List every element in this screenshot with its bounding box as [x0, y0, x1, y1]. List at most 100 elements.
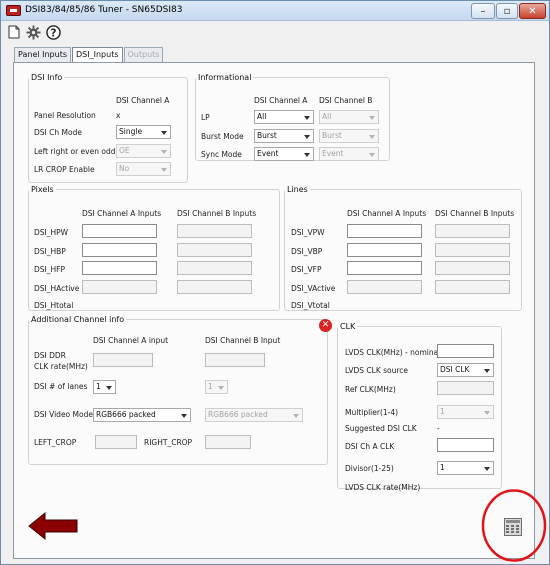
burst-b-select[interactable]: Burst [319, 129, 379, 143]
dsi-vbp-a-input[interactable] [347, 243, 422, 257]
document-icon[interactable] [6, 24, 22, 40]
dsi-hpw-b-input[interactable] [177, 224, 252, 238]
additional-channel-group: Additional Channel info DSI Channel A in… [28, 315, 328, 465]
right-crop-input[interactable] [205, 435, 251, 449]
chevron-down-icon [161, 168, 167, 172]
lines-legend: Lines [287, 185, 308, 194]
dsi-inputs-panel: DSI Info DSI Channel A Panel Resolution … [13, 62, 535, 559]
dsi-info-group: DSI Info DSI Channel A Panel Resolution … [28, 73, 188, 183]
title-bar[interactable]: DSI83/84/85/86 Tuner - SN65DSI83 – ▫ ✕ [1, 1, 549, 21]
error-badge-icon[interactable]: ✕ [319, 319, 332, 332]
ref-clk-label: Ref CLK(MHz) [345, 385, 396, 394]
divisor-label: Divisor(1-25) [345, 464, 394, 473]
back-arrow-icon[interactable] [27, 510, 79, 542]
video-mode-b-select[interactable]: RGB666 packed [205, 408, 303, 422]
lanes-label: DSI # of lanes [34, 382, 88, 391]
ddr-clk-b-input[interactable] [205, 353, 265, 367]
lines-row-label: DSI_VFP [291, 265, 322, 274]
additional-col-b: DSI Channel B Input [205, 336, 281, 345]
dsi-hbp-b-input[interactable] [177, 243, 252, 257]
lanes-b-select[interactable]: 1 [205, 380, 228, 394]
chevron-down-icon [484, 369, 490, 373]
lines-col-b: DSI Channel B Inputs [435, 209, 515, 218]
lanes-b-value: 1 [208, 382, 213, 391]
dsi-vactive-b-input[interactable] [435, 280, 510, 294]
pixels-row-label: DSI_HBP [34, 247, 66, 256]
chevron-down-icon [369, 135, 375, 139]
lines-row-label: DSI_VPW [291, 228, 325, 237]
sync-mode-label: Sync Mode [201, 150, 242, 159]
lr-crop-label: LR CROP Enable [34, 165, 95, 174]
help-icon[interactable]: ? [45, 24, 61, 40]
video-mode-b-value: RGB666 packed [208, 410, 268, 419]
suggested-dsi-clk-value: - [437, 424, 440, 433]
informational-col-a: DSI Channel A [254, 96, 308, 105]
chevron-down-icon [304, 116, 310, 120]
divisor-value: 1 [440, 463, 445, 472]
lr-even-odd-select[interactable]: OE [116, 144, 171, 158]
sync-b-select[interactable]: Event [319, 147, 379, 161]
tab-outputs[interactable]: Outputs [123, 47, 164, 62]
lp-label: LP [201, 113, 210, 122]
burst-mode-label: Burst Mode [201, 132, 244, 141]
chevron-down-icon [304, 135, 310, 139]
chevron-down-icon [161, 131, 167, 135]
tab-panel-inputs[interactable]: Panel Inputs [14, 47, 72, 62]
dsi-info-col-a: DSI Channel A [116, 96, 170, 105]
gear-icon[interactable] [25, 24, 41, 40]
lr-crop-value: No [119, 164, 130, 173]
dsi-ch-a-clk-input[interactable] [437, 438, 494, 452]
ddr-clk-a-input[interactable] [93, 353, 153, 367]
lvds-clk-nominal-label: LVDS CLK(MHz) - nominal [345, 348, 441, 357]
dsi-hfp-a-input[interactable] [82, 261, 157, 275]
left-crop-input[interactable] [95, 435, 137, 449]
dsi-hpw-a-input[interactable] [82, 224, 157, 238]
dsi-vfp-b-input[interactable] [435, 261, 510, 275]
lp-b-select[interactable]: All [319, 110, 379, 124]
dsi-vfp-a-input[interactable] [347, 261, 422, 275]
ch-mode-select[interactable]: Single [116, 125, 171, 139]
chevron-down-icon [181, 414, 187, 418]
sync-a-select[interactable]: Event [254, 147, 314, 161]
dsi-hactive-b-input[interactable] [177, 280, 252, 294]
video-mode-a-value: RGB666 packed [96, 410, 156, 419]
chevron-down-icon [106, 386, 112, 390]
pixels-col-b: DSI Channel B Inputs [177, 209, 257, 218]
chevron-down-icon [161, 150, 167, 154]
dsi-vpw-a-input[interactable] [347, 224, 422, 238]
close-button[interactable]: ✕ [519, 3, 546, 19]
dsi-vpw-b-input[interactable] [435, 224, 510, 238]
burst-a-select[interactable]: Burst [254, 129, 314, 143]
pixels-group: Pixels DSI Channel A Inputs DSI Channel … [28, 185, 280, 311]
burst-b-value: Burst [322, 131, 342, 140]
burst-a-value: Burst [257, 131, 277, 140]
dsi-hbp-a-input[interactable] [82, 243, 157, 257]
lvds-clk-rate-label: LVDS CLK rate(MHz) [345, 483, 421, 492]
dsi-vbp-b-input[interactable] [435, 243, 510, 257]
chevron-down-icon [218, 386, 224, 390]
video-mode-a-select[interactable]: RGB666 packed [93, 408, 191, 422]
ref-clk-input[interactable] [437, 381, 494, 395]
informational-col-b: DSI Channel B [319, 96, 373, 105]
lr-crop-select[interactable]: No [116, 162, 171, 176]
lvds-clk-nominal-input[interactable] [437, 344, 494, 358]
lvds-clk-source-select[interactable]: DSI CLK [437, 363, 494, 377]
left-crop-label: LEFT_CROP [34, 438, 77, 447]
clk-legend: CLK [340, 322, 356, 331]
pixels-row-label: DSI_HPW [34, 228, 69, 237]
minimize-button[interactable]: – [471, 3, 495, 19]
multiplier-select[interactable]: 1 [437, 405, 494, 419]
dsi-hactive-a-input[interactable] [82, 280, 157, 294]
informational-legend: Informational [198, 73, 252, 82]
divisor-select[interactable]: 1 [437, 461, 494, 475]
maximize-button[interactable]: ▫ [496, 3, 518, 19]
lanes-a-select[interactable]: 1 [93, 380, 116, 394]
dsi-vactive-a-input[interactable] [347, 280, 422, 294]
dsi-hfp-b-input[interactable] [177, 261, 252, 275]
tab-dsi-inputs[interactable]: DSI_Inputs [72, 47, 123, 63]
panel-resolution-label: Panel Resolution [34, 111, 96, 120]
lp-a-value: All [257, 112, 267, 121]
panel-resolution-value: x [116, 111, 121, 120]
lp-a-select[interactable]: All [254, 110, 314, 124]
multiplier-label: Multiplier(1-4) [345, 408, 399, 417]
